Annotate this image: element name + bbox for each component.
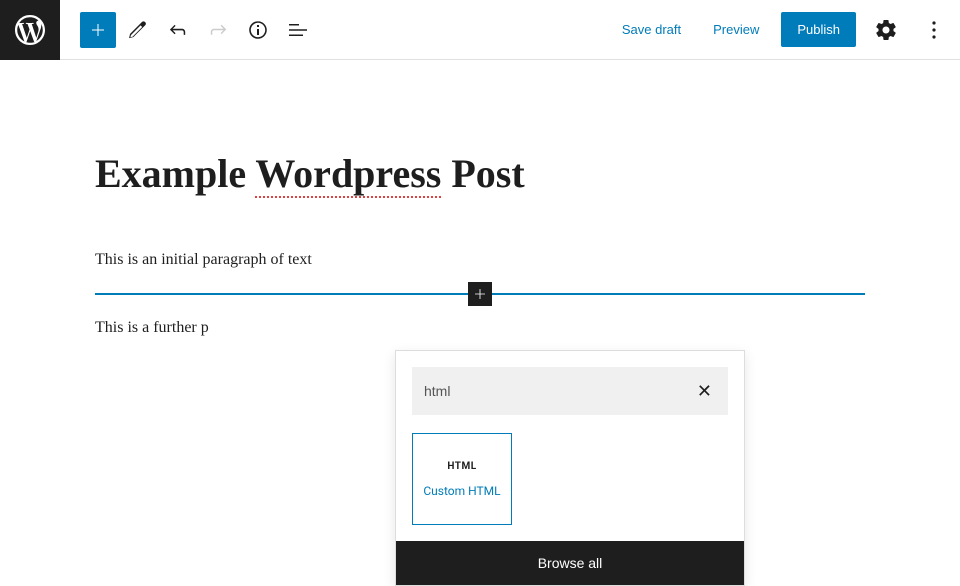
post-title[interactable]: Example Wordpress Post [95, 150, 865, 197]
close-icon: ✕ [697, 381, 712, 401]
block-search-row: ✕ [412, 367, 728, 415]
popover-body: ✕ HTML Custom HTML [396, 351, 744, 541]
block-inserter-popover: ✕ HTML Custom HTML Browse all [395, 350, 745, 586]
undo-icon [166, 18, 190, 42]
gear-icon [874, 18, 898, 42]
html-block-icon: HTML [447, 461, 476, 472]
clear-search-button[interactable]: ✕ [693, 377, 716, 406]
plus-icon [86, 18, 110, 42]
add-block-button[interactable] [80, 12, 116, 48]
toolbar-right: Save draft Preview Publish [612, 12, 960, 48]
settings-button[interactable] [868, 12, 904, 48]
preview-button[interactable]: Preview [703, 14, 769, 45]
block-results: HTML Custom HTML [412, 433, 728, 525]
paragraph-block-1[interactable]: This is an initial paragraph of text [95, 247, 865, 273]
list-view-icon [286, 18, 310, 42]
browse-all-button[interactable]: Browse all [396, 541, 744, 585]
edit-mode-button[interactable] [120, 12, 156, 48]
toolbar-left [80, 12, 316, 48]
kebab-icon [922, 18, 946, 42]
paragraph-block-2[interactable]: This is a further p [95, 315, 865, 341]
block-option-custom-html[interactable]: HTML Custom HTML [412, 433, 512, 525]
options-button[interactable] [916, 12, 952, 48]
block-search-input[interactable] [424, 383, 693, 399]
topbar: Save draft Preview Publish [0, 0, 960, 60]
undo-button[interactable] [160, 12, 196, 48]
save-draft-button[interactable]: Save draft [612, 14, 691, 45]
info-icon [246, 18, 270, 42]
outline-button[interactable] [280, 12, 316, 48]
redo-button[interactable] [200, 12, 236, 48]
spellcheck-underline: Wordpress [255, 151, 441, 198]
block-label: Custom HTML [423, 484, 500, 498]
wordpress-icon [12, 12, 48, 48]
publish-button[interactable]: Publish [781, 12, 856, 47]
info-button[interactable] [240, 12, 276, 48]
redo-icon [206, 18, 230, 42]
editor-canvas: Example Wordpress Post This is an initia… [95, 60, 865, 340]
plus-icon [470, 284, 490, 304]
block-insertion-point [95, 293, 865, 295]
pencil-icon [126, 18, 150, 42]
wp-logo[interactable] [0, 0, 60, 60]
inline-inserter-button[interactable] [468, 282, 492, 306]
